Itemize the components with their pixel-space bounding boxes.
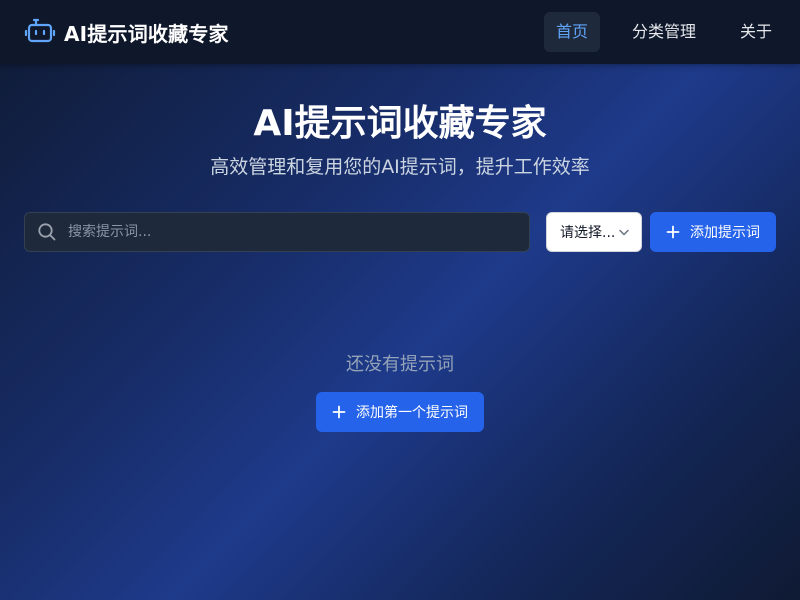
empty-state-message: 还没有提示词 <box>346 354 454 375</box>
main-nav: 首页 分类管理 关于 <box>524 12 784 52</box>
plus-icon <box>666 225 680 239</box>
category-select[interactable]: 请选择... <box>546 212 642 252</box>
chevron-down-icon <box>618 226 630 238</box>
add-prompt-button[interactable]: 添加提示词 <box>650 212 776 252</box>
search-box <box>24 212 530 252</box>
nav-item-home[interactable]: 首页 <box>543 12 600 52</box>
category-select-value: 请选择... <box>560 225 616 241</box>
page-subtitle: 高效管理和复用您的AI提示词，提升工作效率 <box>210 156 590 178</box>
brand-title: AI提示词收藏专家 <box>64 21 229 46</box>
nav-item-category-management[interactable]: 分类管理 <box>620 12 708 52</box>
brand[interactable]: AI提示词收藏专家 <box>24 16 229 48</box>
nav-item-about[interactable]: 关于 <box>728 12 784 52</box>
page-title: AI提示词收藏专家 <box>253 103 547 144</box>
add-prompt-button-label: 添加提示词 <box>690 225 760 241</box>
top-navbar: AI提示词收藏专家 首页 分类管理 关于 <box>0 0 800 64</box>
plus-icon <box>332 405 346 419</box>
search-icon <box>37 222 57 242</box>
robot-icon <box>24 16 56 48</box>
search-input[interactable] <box>66 223 519 241</box>
add-first-prompt-button-label: 添加第一个提示词 <box>356 405 468 421</box>
add-first-prompt-button[interactable]: 添加第一个提示词 <box>316 392 484 432</box>
